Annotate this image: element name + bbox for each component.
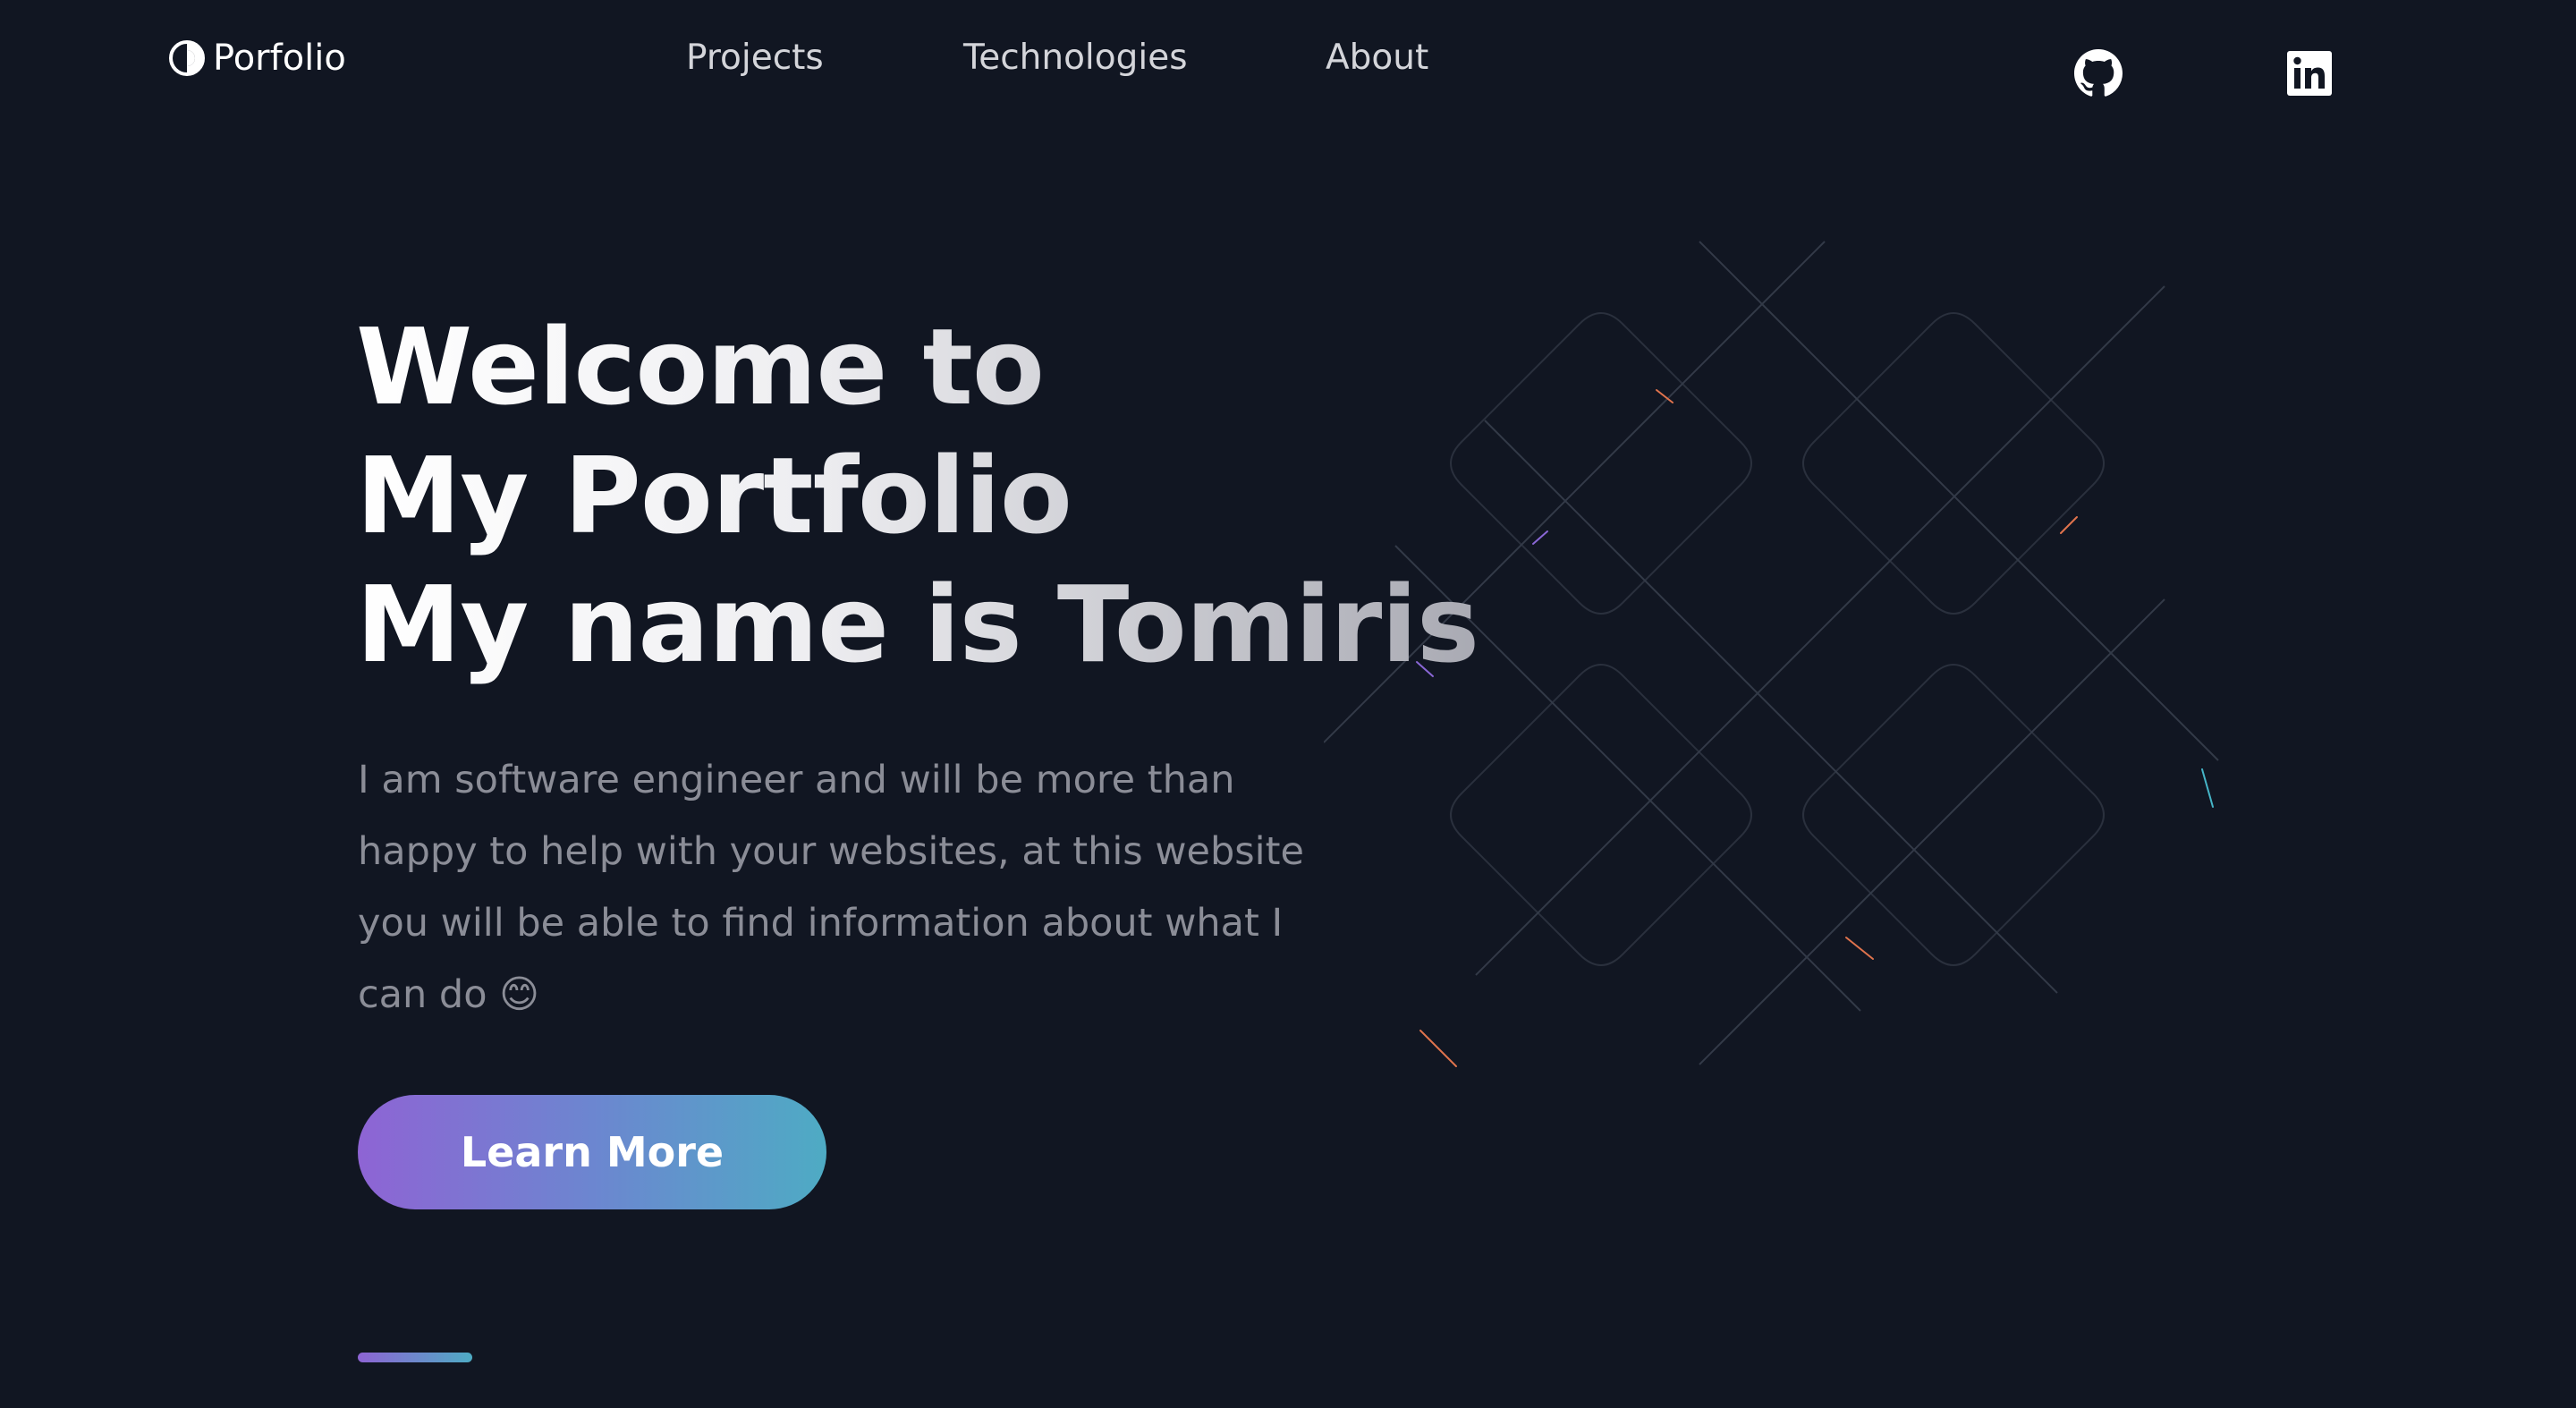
hero-description-line: you will be able to find information abo… xyxy=(358,901,1284,946)
nav-link-projects[interactable]: Projects xyxy=(686,38,824,78)
github-icon xyxy=(2074,49,2123,97)
linkedin-link[interactable] xyxy=(2284,48,2334,98)
brand-name: Porfolio xyxy=(213,38,346,79)
hero-title-line: My name is Tomiris xyxy=(356,563,1479,686)
hero-description-line: happy to help with your websites, at thi… xyxy=(358,829,1304,874)
hero-title-line: My Portfolio xyxy=(356,434,1072,557)
section-divider-bar xyxy=(358,1353,472,1362)
hero-description: I am software engineer and will be more … xyxy=(358,744,1413,1031)
hero-description-line: can do 😊 xyxy=(358,972,540,1017)
hero-title: Welcome to My Portfolio My name is Tomir… xyxy=(356,302,1479,689)
hero-title-line: Welcome to xyxy=(356,305,1044,428)
brand-logo[interactable]: Porfolio xyxy=(168,36,346,81)
hero-description-line: I am software engineer and will be more … xyxy=(358,758,1235,802)
nav-link-about[interactable]: About xyxy=(1326,38,1428,78)
github-link[interactable] xyxy=(2073,48,2123,98)
nav-link-technologies[interactable]: Technologies xyxy=(963,38,1188,78)
learn-more-button[interactable]: Learn More xyxy=(358,1095,826,1209)
linkedin-icon xyxy=(2287,51,2332,96)
half-circle-logo-icon xyxy=(169,40,205,76)
portfolio-page: Porfolio Projects Technologies About Wel… xyxy=(0,0,2576,1408)
